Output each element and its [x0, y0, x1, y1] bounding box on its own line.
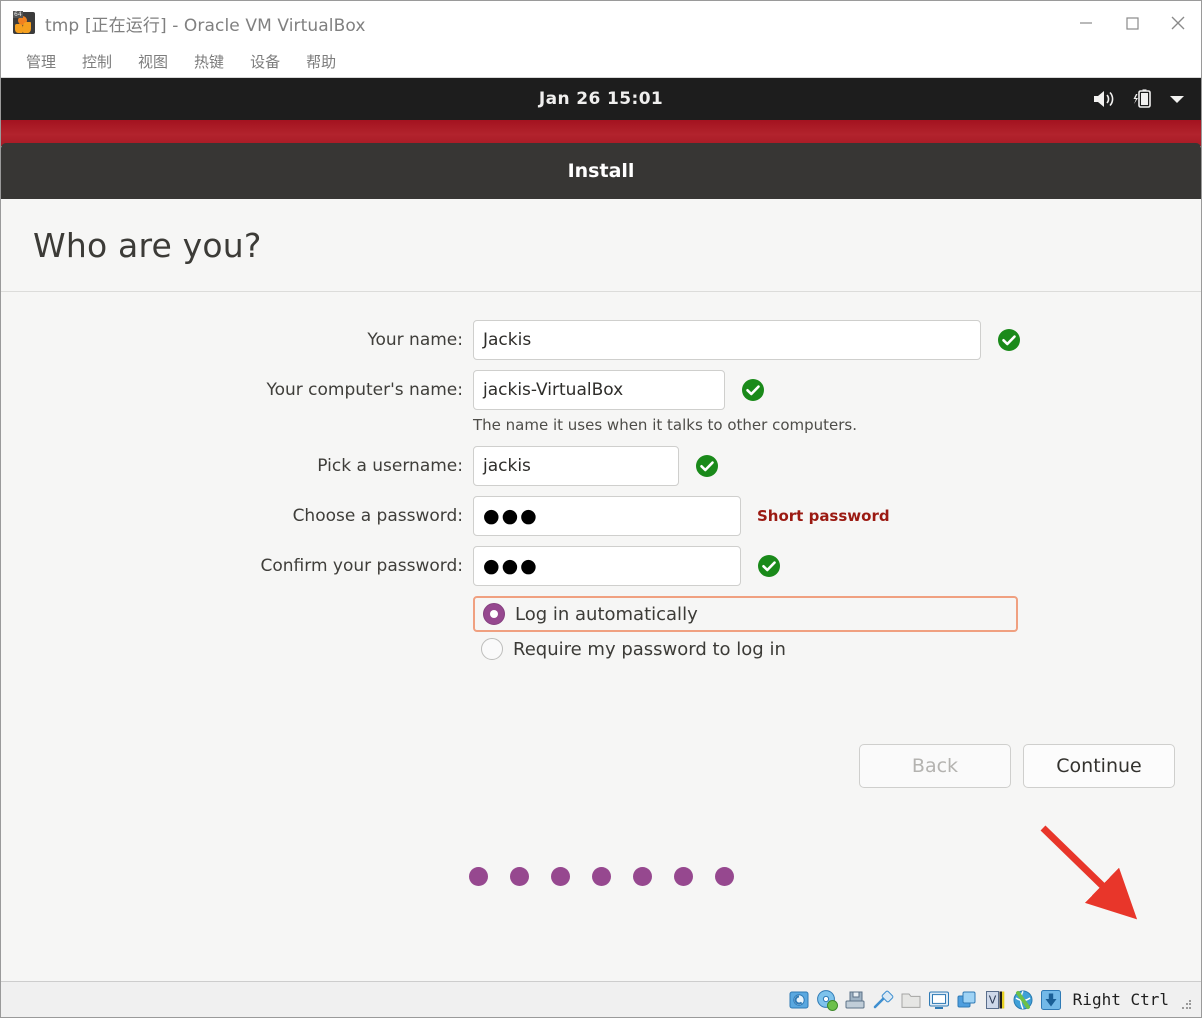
window-title: tmp [正在运行] - Oracle VM VirtualBox — [45, 15, 366, 36]
green-check-icon — [695, 454, 719, 478]
installer-header: Install — [1, 143, 1201, 199]
menu-item-manage[interactable]: 管理 — [13, 48, 69, 75]
page-header: Who are you? — [1, 199, 1201, 292]
menu-item-machine[interactable]: 控制 — [69, 48, 125, 75]
green-check-icon — [757, 554, 781, 578]
vrde-server-icon[interactable]: V — [983, 988, 1007, 1012]
maximize-button[interactable] — [1109, 1, 1155, 45]
navigation-buttons: Back Continue — [859, 744, 1175, 788]
password-label: Choose a password: — [292, 506, 463, 526]
field-row-username: Pick a username: jackis — [1, 446, 1201, 486]
installer-page: Who are you? Your name: Jackis Your comp… — [1, 199, 1201, 981]
progress-dot — [714, 867, 734, 886]
window-titlebar: 64 tmp [正在运行] - Oracle VM VirtualBox — [1, 1, 1201, 45]
progress-dot — [509, 867, 529, 886]
field-row-password: Choose a password: ●●● Short password — [1, 496, 1201, 536]
ubuntu-top-bar: Jan 26 15:01 — [1, 78, 1201, 120]
password-masked-value: ●●● — [483, 505, 539, 527]
close-icon — [1171, 16, 1185, 30]
menu-item-input[interactable]: 热键 — [181, 48, 237, 75]
field-row-computer-name: Your computer's name: jackis-VirtualBox — [1, 370, 1201, 410]
system-tray — [1091, 88, 1201, 110]
progress-dot — [632, 867, 652, 886]
password-warning: Short password — [757, 507, 890, 525]
green-check-icon — [741, 378, 765, 402]
continue-button[interactable]: Continue — [1023, 744, 1175, 788]
video-capture-icon[interactable] — [955, 988, 979, 1012]
computer-name-hint: The name it uses when it talks to other … — [473, 416, 858, 434]
confirm-password-input[interactable]: ●●● — [473, 546, 741, 586]
resize-grip[interactable] — [1181, 998, 1193, 1011]
radio-log-in-automatically-label: Log in automatically — [515, 603, 698, 625]
menu-item-help[interactable]: 帮助 — [293, 48, 349, 75]
your-name-input[interactable]: Jackis — [473, 320, 981, 360]
volume-icon[interactable] — [1091, 88, 1117, 110]
username-label: Pick a username: — [317, 456, 463, 476]
guest-screen: Jan 26 15:01 Install Who are you? Your n… — [1, 78, 1201, 981]
usb-icon[interactable] — [871, 988, 895, 1012]
minimize-icon — [1080, 22, 1092, 24]
radio-require-password[interactable]: Require my password to log in — [473, 632, 1018, 666]
page-title: Who are you? — [33, 225, 262, 265]
minimize-button[interactable] — [1063, 1, 1109, 45]
field-row-your-name: Your name: Jackis — [1, 320, 1201, 360]
mouse-integration-icon[interactable] — [1039, 988, 1063, 1012]
progress-dot — [591, 867, 611, 886]
computer-name-label: Your computer's name: — [266, 380, 463, 400]
installer-header-title: Install — [567, 160, 635, 182]
network-icon[interactable] — [1011, 988, 1035, 1012]
radio-log-in-automatically[interactable]: Log in automatically — [473, 596, 1018, 632]
status-bar: V Right Ctrl — [1, 981, 1201, 1017]
field-row-confirm-password: Confirm your password: ●●● — [1, 546, 1201, 586]
close-button[interactable] — [1155, 1, 1201, 45]
maximize-icon — [1126, 17, 1139, 30]
radio-selected-icon — [483, 603, 505, 625]
host-key-label: Right Ctrl — [1072, 990, 1169, 1009]
password-input[interactable]: ●●● — [473, 496, 741, 536]
optical-disk-icon[interactable] — [815, 988, 839, 1012]
user-setup-form: Your name: Jackis Your computer's name: … — [1, 292, 1201, 981]
battery-charging-icon[interactable] — [1131, 88, 1153, 110]
menu-bar: 管理 控制 视图 热键 设备 帮助 — [1, 45, 1201, 78]
username-input[interactable]: jackis — [473, 446, 679, 486]
progress-dots — [1, 867, 1201, 886]
green-check-icon — [997, 328, 1021, 352]
confirm-password-masked-value: ●●● — [483, 555, 539, 577]
confirm-password-label: Confirm your password: — [260, 556, 463, 576]
floppy-disk-icon[interactable] — [843, 988, 867, 1012]
radio-require-password-label: Require my password to log in — [513, 638, 786, 660]
virtualbox-window: 64 tmp [正在运行] - Oracle VM VirtualBox 管理 … — [0, 0, 1202, 1018]
shared-folders-icon[interactable] — [899, 988, 923, 1012]
svg-text:V: V — [988, 993, 996, 1006]
progress-dot — [673, 867, 693, 886]
window-controls — [1063, 1, 1201, 45]
display-icon[interactable] — [927, 988, 951, 1012]
chevron-down-icon[interactable] — [1167, 92, 1187, 106]
your-name-label: Your name: — [367, 330, 463, 350]
progress-dot — [468, 867, 488, 886]
menu-item-view[interactable]: 视图 — [125, 48, 181, 75]
radio-unselected-icon — [481, 638, 503, 660]
system-clock[interactable]: Jan 26 15:01 — [1, 89, 1201, 109]
computer-name-input[interactable]: jackis-VirtualBox — [473, 370, 725, 410]
hard-disk-icon[interactable] — [787, 988, 811, 1012]
back-button[interactable]: Back — [859, 744, 1011, 788]
menu-item-devices[interactable]: 设备 — [237, 48, 293, 75]
login-options-group: Log in automatically Require my password… — [473, 596, 1201, 666]
progress-dot — [550, 867, 570, 886]
virtualbox-vm-icon: 64 — [11, 11, 37, 35]
